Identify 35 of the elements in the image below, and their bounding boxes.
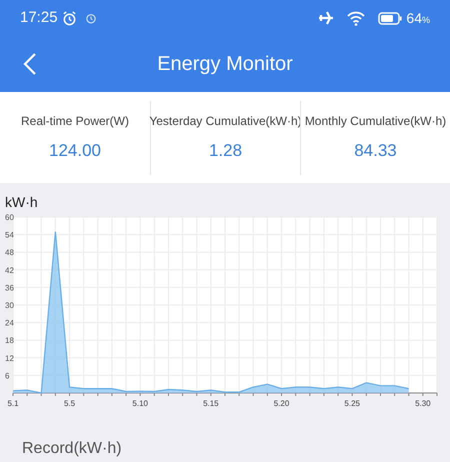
y-tick-label: 42 xyxy=(5,266,14,275)
y-tick-label: 24 xyxy=(5,318,14,328)
x-tick-label: 5.30 xyxy=(415,399,431,408)
unit-label: kW·h xyxy=(4,193,39,212)
stat-value: 1.28 xyxy=(208,140,242,162)
section-title: Record(kW·h) xyxy=(21,439,123,459)
wifi-icon xyxy=(346,10,366,26)
stat-label: Yesterday Cumulative(kW·h) xyxy=(149,112,302,130)
percent-sign: % xyxy=(422,14,430,26)
battery-icon xyxy=(378,12,402,24)
y-tick-label: 54 xyxy=(5,230,14,240)
x-tick-label: 5.15 xyxy=(203,399,219,408)
y-tick-label: 12 xyxy=(5,354,14,363)
stat-label: Monthly Cumulative(kW·h) xyxy=(304,112,446,130)
y-tick-label: 18 xyxy=(5,336,14,346)
y-tick-label: 36 xyxy=(5,283,14,292)
y-tick-label: 6 xyxy=(5,371,10,380)
alarm-clock-icon xyxy=(84,12,97,24)
x-tick-label: 5.10 xyxy=(132,399,148,408)
y-tick-label: 60 xyxy=(5,213,14,222)
stat-label: Real-time Power(W) xyxy=(20,112,129,130)
status-time: 17:25 xyxy=(20,8,58,28)
stat-value: 84.33 xyxy=(354,140,397,162)
stat-value: 124.00 xyxy=(49,140,101,162)
x-tick-label: 5.1 xyxy=(7,399,19,408)
y-tick-label: 30 xyxy=(5,301,14,310)
alarm-clock-icon xyxy=(62,10,77,26)
x-tick-label: 5.25 xyxy=(344,399,360,408)
screen-title: Energy Monitor xyxy=(157,52,293,77)
x-tick-label: 5.20 xyxy=(274,399,290,408)
airplane-icon xyxy=(318,11,334,25)
battery-percent: 64 xyxy=(406,8,422,28)
y-tick-label: 48 xyxy=(5,248,14,258)
x-tick-label: 5.5 xyxy=(64,399,76,408)
back-icon xyxy=(23,52,37,76)
